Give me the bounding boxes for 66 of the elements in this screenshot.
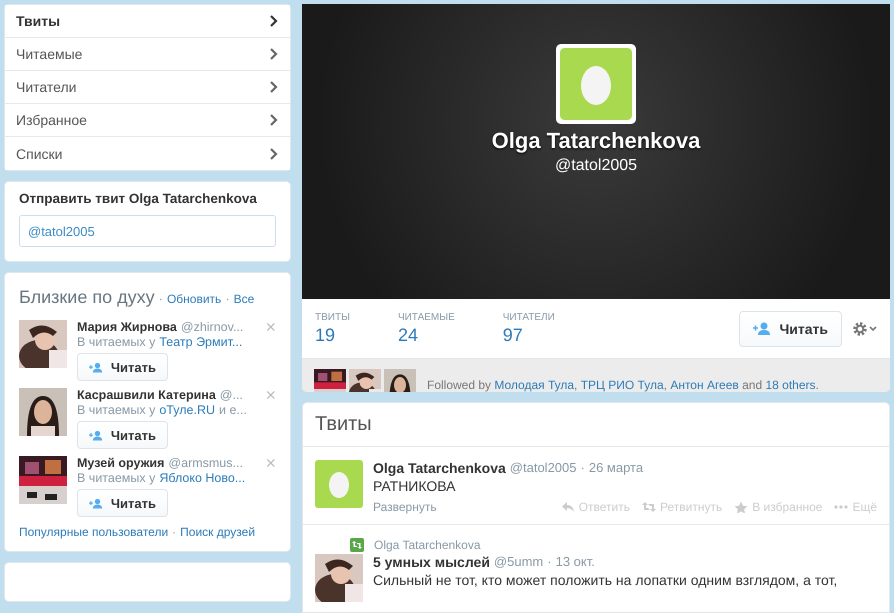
tweet-text: РАТНИКОВА [373,478,456,494]
context-text: В читаемых у [77,335,156,349]
chevron-icon [270,148,278,160]
author-handle: @5umm [494,554,544,570]
settings-button[interactable] [852,320,878,336]
context-link[interactable]: Яблоко Ново... [159,471,246,485]
follow-button[interactable]: Читать [77,489,168,517]
nav-item[interactable]: Твиты [5,5,290,38]
stat-link[interactable]: ТВИТЫ 19 [315,312,350,346]
chevron-icon [270,15,278,27]
user-handle: @armsmus... [168,456,243,470]
follow-button[interactable]: Читать [77,353,168,381]
user-link[interactable]: Антон Агеев [670,378,739,392]
user-link[interactable]: ТРЦ РИО Тула [580,378,664,392]
tweet-input-field[interactable]: @tatol2005 [19,215,276,247]
find-friends-link[interactable]: Поиск друзей [180,525,256,539]
author-name[interactable]: Olga Tatarchenkova [373,460,506,476]
refresh-link[interactable]: Обновить [166,292,222,306]
author-name[interactable]: 5 умных мыслей [373,554,490,570]
context-text: В читаемых у [77,403,156,417]
retweet-icon [642,501,656,513]
followed-by-text: Followed by Молодая Тула, ТРЦ РИО Тула, Антон Агеев and 18 others. [427,378,819,392]
user-handle: @zhirnov... [180,320,244,334]
stat-link[interactable]: ЧИТАТЕЛИ 97 [502,312,555,346]
follow-button[interactable]: Читать [77,421,168,449]
retweeted-by[interactable]: Olga Tatarchenkova [374,538,481,552]
user-name[interactable]: Касрашвили Катерина [77,388,216,402]
context-text: и е... [219,403,247,417]
popular-users-link[interactable]: Популярные пользователи [19,525,168,539]
user-link[interactable]: Молодая Тула [494,378,574,392]
separator-dot: · [172,525,176,539]
context-text: В читаемых у [77,471,156,485]
egg-avatar-icon [315,460,363,508]
chevron-icon [270,48,278,60]
tweet-text: Сильный не тот, кто может положить на лопатки одним взглядом, а тот, [373,572,838,588]
tweet-time[interactable]: 26 марта [588,460,644,476]
expand-link[interactable]: Развернуть [373,500,437,514]
star-icon [734,501,748,513]
user-name[interactable]: Мария Жирнова [77,320,177,334]
add-user-icon [89,496,103,510]
user-handle: @... [220,388,243,402]
separator-dot: · [547,554,552,570]
add-user-icon [89,428,103,442]
profile-handle: @tatol2005 [554,157,638,175]
add-user-icon [753,322,772,335]
suggestions-title: Близкие по духу [19,287,155,308]
separator-dot: · [225,291,230,306]
retweet-icon [350,538,364,552]
separator-dot: · [580,460,585,476]
all-link[interactable]: Все [234,292,254,306]
tweet-to-title: Отправить твит Olga Tatarchenkova [19,191,258,206]
tweet-time[interactable]: 13 окт. [556,554,595,570]
separator-dot: · [158,291,163,306]
chevron-icon [270,114,278,126]
add-user-icon [89,360,103,374]
chevron-icon [270,81,278,93]
follow-button[interactable]: Читать [739,310,842,346]
profile-name: Olga Tatarchenkova [492,128,700,154]
stat-link[interactable]: ЧИТАЕМЫЕ 24 [398,312,455,346]
author-handle: @tatol2005 [510,460,576,476]
context-link[interactable]: Театр Эрмит... [159,335,242,349]
reply-icon [560,501,575,513]
context-link[interactable]: оТуле.RU [159,403,215,417]
others-link[interactable]: 18 others [765,378,816,392]
timeline-title: Твиты [303,403,889,447]
user-name[interactable]: Музей оружия [77,456,164,470]
